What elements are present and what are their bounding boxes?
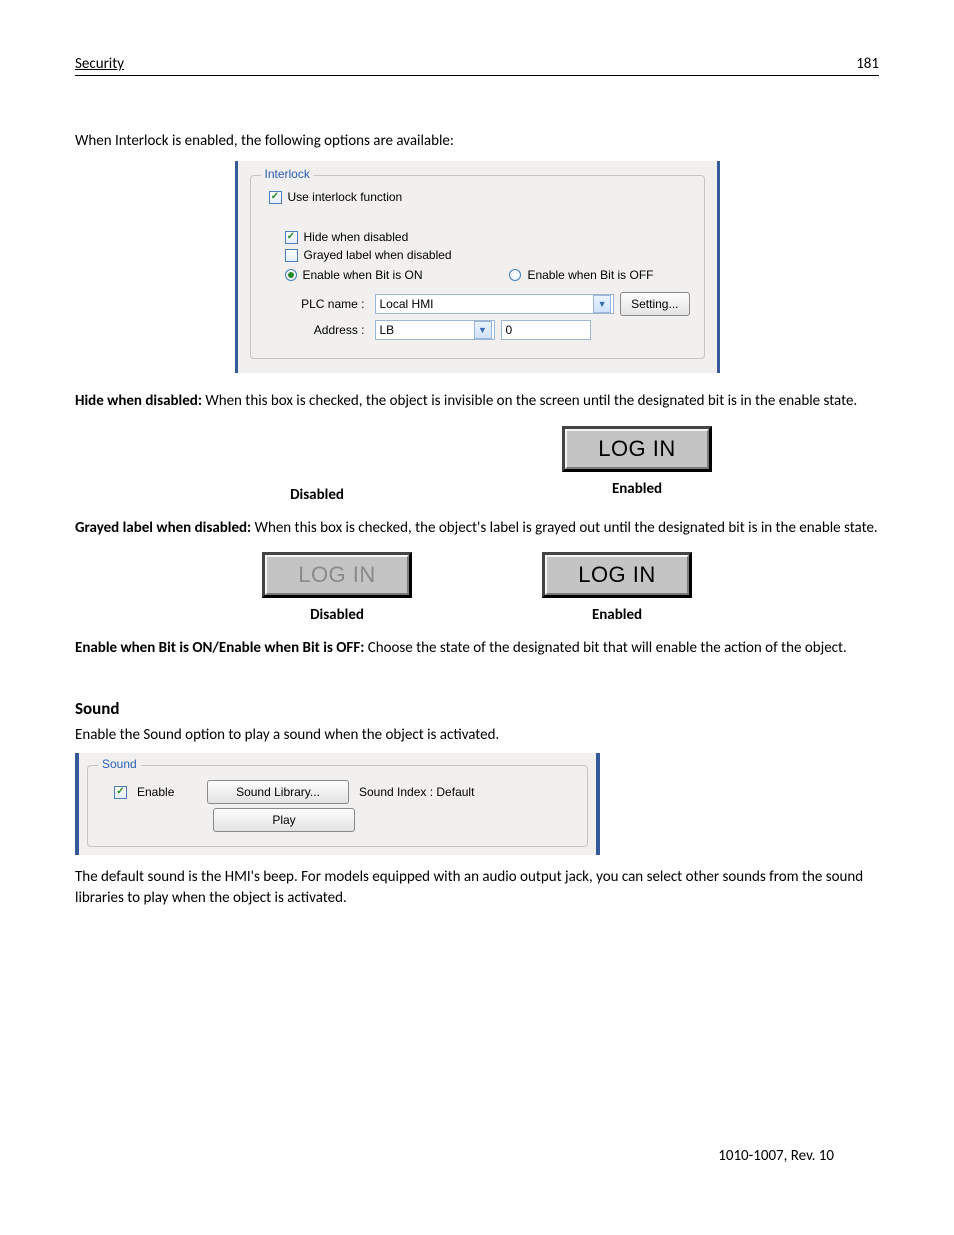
use-interlock-checkbox[interactable]	[269, 191, 282, 204]
address-label: Address :	[285, 323, 365, 337]
setting-button[interactable]: Setting...	[620, 292, 689, 316]
sound-enable-label: Enable	[137, 785, 197, 799]
grayed-label-description: Grayed label when disabled: When this bo…	[75, 518, 879, 538]
enable-bit-on-label: Enable when Bit is ON	[303, 268, 423, 282]
enable-bit-on-radio[interactable]	[285, 269, 297, 281]
interlock-legend: Interlock	[261, 167, 314, 181]
sound-outro: The default sound is the HMI's beep. For…	[75, 867, 879, 908]
sound-legend: Sound	[98, 757, 141, 771]
hide-when-disabled-checkbox[interactable]	[285, 231, 298, 244]
header-section: Security	[75, 55, 124, 73]
state-label-disabled: Disabled	[290, 486, 344, 504]
enable-bit-off-label: Enable when Bit is OFF	[527, 268, 653, 282]
plc-name-label: PLC name :	[285, 297, 365, 311]
address-type-value: LB	[380, 323, 395, 337]
hide-when-disabled-label: Hide when disabled	[304, 230, 409, 244]
state-label-disabled: Disabled	[310, 606, 364, 624]
sound-enable-checkbox[interactable]	[114, 786, 127, 799]
state-label-enabled: Enabled	[612, 480, 662, 498]
use-interlock-label: Use interlock function	[288, 190, 403, 204]
login-button-disabled-hidden	[237, 426, 397, 478]
intro-text: When Interlock is enabled, the following…	[75, 131, 879, 151]
state-label-enabled: Enabled	[592, 606, 642, 624]
login-button-disabled-grayed: LOG IN	[262, 552, 412, 598]
grayed-label-label: Grayed label when disabled	[304, 248, 452, 262]
sound-index-label: Sound Index : Default	[359, 785, 474, 799]
sound-intro: Enable the Sound option to play a sound …	[75, 725, 879, 745]
sound-library-button[interactable]: Sound Library...	[207, 780, 349, 804]
login-button-enabled[interactable]: LOG IN	[562, 426, 712, 472]
sound-heading: Sound	[75, 698, 879, 719]
page-header: Security 181	[75, 55, 879, 76]
hide-when-disabled-description: Hide when disabled: When this box is che…	[75, 391, 879, 411]
plc-name-combo[interactable]: Local HMI ▼	[375, 294, 615, 314]
chevron-down-icon[interactable]: ▼	[474, 321, 492, 339]
sound-panel: Sound Enable Sound Library... Sound Inde…	[75, 753, 600, 855]
address-value-input[interactable]: 0	[501, 320, 591, 340]
interlock-panel: Interlock Use interlock function Hide wh…	[235, 161, 720, 373]
login-button-enabled[interactable]: LOG IN	[542, 552, 692, 598]
enable-bit-description: Enable when Bit is ON/Enable when Bit is…	[75, 638, 879, 658]
plc-name-value: Local HMI	[380, 297, 434, 311]
grayed-label-checkbox[interactable]	[285, 249, 298, 262]
header-page-number: 181	[856, 55, 879, 73]
address-type-combo[interactable]: LB ▼	[375, 320, 495, 340]
footer-revision: 1010-1007, Rev. 10	[718, 1147, 834, 1165]
chevron-down-icon[interactable]: ▼	[593, 295, 611, 313]
enable-bit-off-radio[interactable]	[509, 269, 521, 281]
play-button[interactable]: Play	[213, 808, 355, 832]
